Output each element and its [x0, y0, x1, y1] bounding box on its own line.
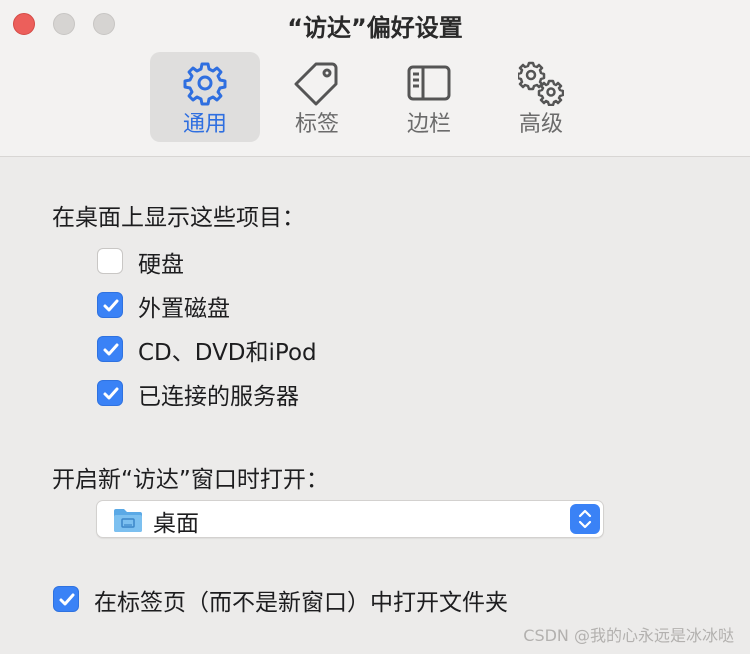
- new-window-target-popup[interactable]: 桌面: [96, 500, 604, 538]
- window-title: “访达”偏好设置: [287, 14, 463, 42]
- connected-servers-label: 已连接的服务器: [138, 384, 299, 410]
- titlebar: “访达”偏好设置 通用 标签 边栏 高级: [0, 0, 750, 157]
- checkmark-icon: [103, 299, 119, 312]
- checkmark-icon: [59, 593, 75, 606]
- cds-dvds-ipods-label: CD、DVD和iPod: [138, 340, 317, 366]
- open-in-tabs-checkbox[interactable]: [53, 586, 79, 612]
- hard-disks-label: 硬盘: [138, 252, 184, 278]
- external-disks-checkbox[interactable]: [97, 292, 123, 318]
- tab-general-label: 通用: [182, 112, 227, 137]
- tag-icon: [294, 62, 338, 106]
- checkmark-icon: [103, 343, 119, 356]
- tab-general[interactable]: 通用: [150, 52, 260, 142]
- sidebar-icon: [407, 65, 451, 101]
- tab-sidebar-label: 边栏: [406, 112, 451, 137]
- cds-dvds-ipods-checkbox[interactable]: [97, 336, 123, 362]
- tab-tags-label: 标签: [294, 112, 339, 137]
- external-disks-label: 外置磁盘: [138, 296, 230, 322]
- open-in-tabs-label: 在标签页（而不是新窗口）中打开文件夹: [94, 590, 508, 616]
- gears-advanced-icon: [518, 61, 564, 106]
- connected-servers-checkbox[interactable]: [97, 380, 123, 406]
- tab-advanced[interactable]: 高级: [486, 52, 596, 142]
- checkmark-icon: [103, 387, 119, 400]
- tab-sidebar[interactable]: 边栏: [374, 52, 484, 142]
- tab-tags[interactable]: 标签: [262, 52, 372, 142]
- popup-stepper[interactable]: [570, 504, 600, 534]
- finder-preferences-window: “访达”偏好设置 通用 标签 边栏 高级 在桌面上显示这些项目： 硬盘 外置磁盘…: [0, 0, 750, 654]
- hard-disks-checkbox[interactable]: [97, 248, 123, 274]
- chevron-up-down-icon: [578, 509, 592, 529]
- tab-advanced-label: 高级: [518, 112, 563, 137]
- watermark: CSDN @我的心永远是冰冰哒: [523, 626, 734, 645]
- desktop-items-heading: 在桌面上显示这些项目：: [52, 205, 305, 231]
- new-window-target-value: 桌面: [153, 511, 199, 537]
- desktop-folder-icon: [114, 509, 142, 532]
- new-window-heading: 开启新“访达”窗口时打开：: [52, 467, 329, 493]
- gear-icon: [183, 62, 227, 106]
